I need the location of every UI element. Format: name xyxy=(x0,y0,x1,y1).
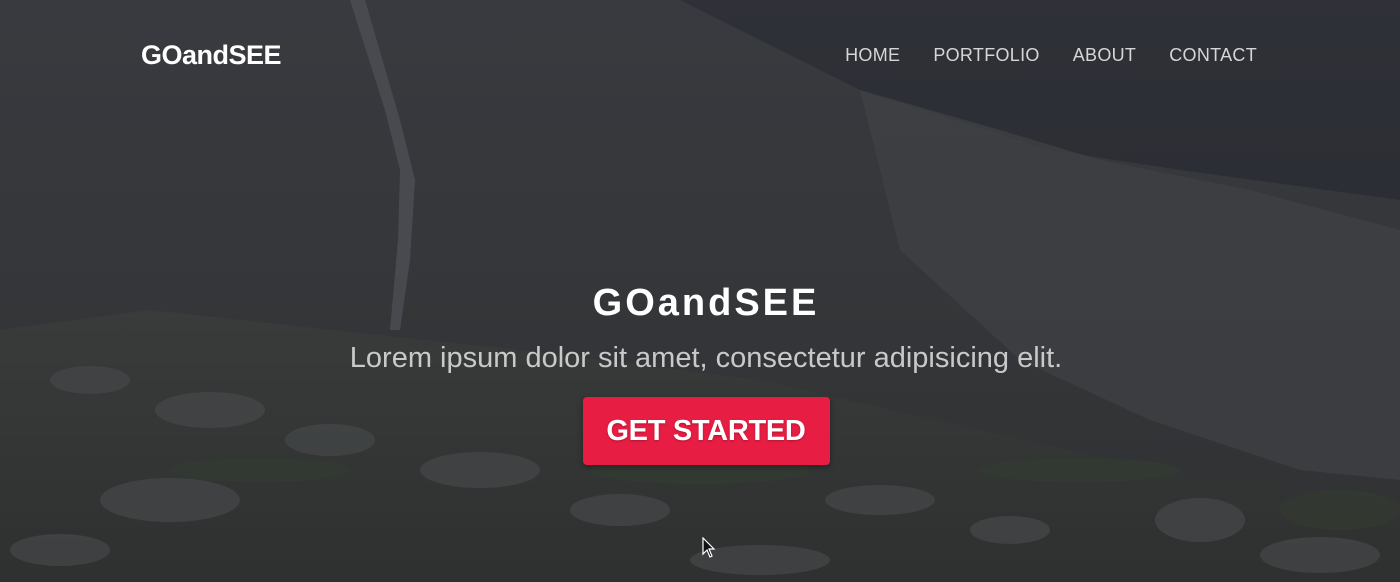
nav-link-home[interactable]: HOME xyxy=(845,45,900,65)
nav-item-home: HOME xyxy=(845,45,900,66)
hero-content: GOandSEE Lorem ipsum dolor sit amet, con… xyxy=(0,280,1400,465)
nav-menu: HOME PORTFOLIO ABOUT CONTACT xyxy=(845,45,1257,66)
nav-item-portfolio: PORTFOLIO xyxy=(933,45,1039,66)
nav-link-portfolio[interactable]: PORTFOLIO xyxy=(933,45,1039,65)
top-navbar: GOandSEE HOME PORTFOLIO ABOUT CONTACT xyxy=(0,0,1400,112)
hero-section: GOandSEE HOME PORTFOLIO ABOUT CONTACT GO… xyxy=(0,0,1400,582)
hero-title: GOandSEE xyxy=(592,282,820,324)
mouse-cursor-icon xyxy=(702,537,716,558)
brand-logo[interactable]: GOandSEE xyxy=(141,40,282,71)
get-started-button[interactable]: GET STARTED xyxy=(582,397,830,465)
hero-subtitle: Lorem ipsum dolor sit amet, consectetur … xyxy=(349,342,1063,374)
nav-link-about[interactable]: ABOUT xyxy=(1073,45,1137,65)
nav-item-about: ABOUT xyxy=(1073,45,1137,66)
nav-link-contact[interactable]: CONTACT xyxy=(1169,45,1257,65)
nav-item-contact: CONTACT xyxy=(1169,45,1257,66)
